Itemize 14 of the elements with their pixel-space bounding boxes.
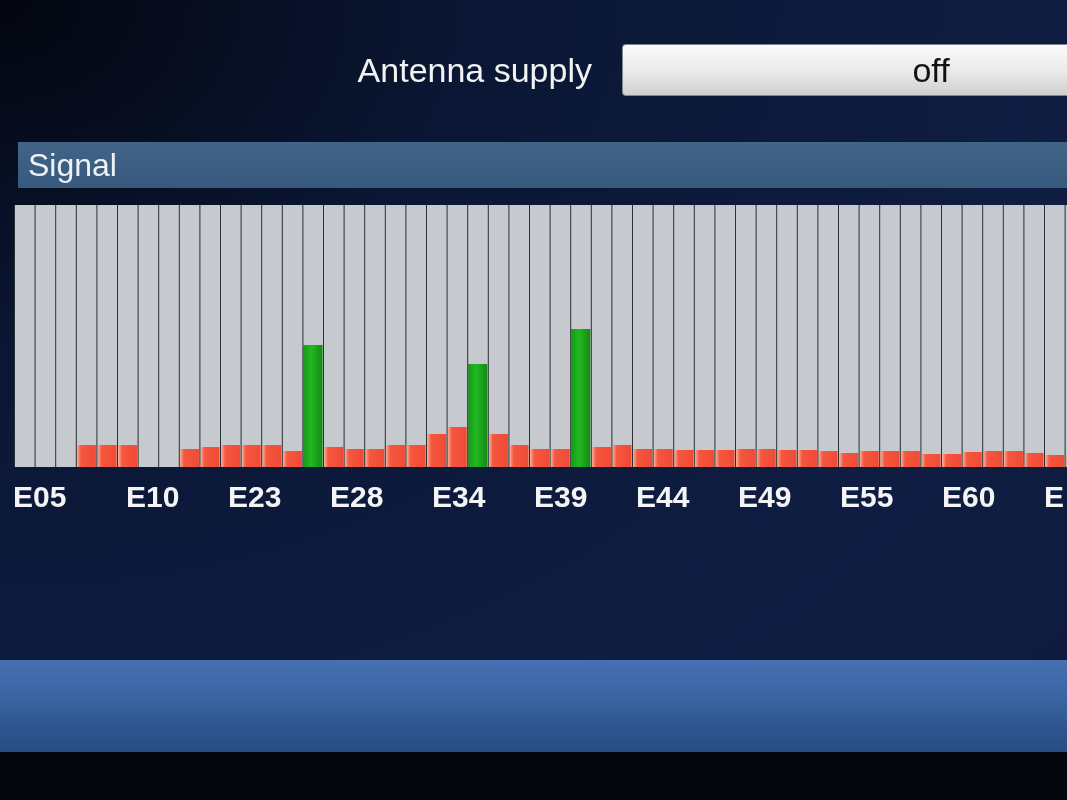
channel-label: E23 xyxy=(228,480,282,514)
antenna-supply-field[interactable]: off xyxy=(622,44,1067,96)
channel-label: E49 xyxy=(738,480,792,514)
channel-label: E xyxy=(1044,480,1064,514)
channel-label: E55 xyxy=(840,480,894,514)
channel-label: E34 xyxy=(432,480,486,514)
channel-label: E60 xyxy=(942,480,996,514)
section-header: Signal xyxy=(18,142,1067,188)
channel-label: E44 xyxy=(636,480,690,514)
channel-label: E39 xyxy=(534,480,588,514)
channel-label: E10 xyxy=(126,480,180,514)
antenna-supply-label: Antenna supply xyxy=(357,50,592,90)
channel-label: E28 xyxy=(330,480,384,514)
channel-label: E05 xyxy=(13,480,67,514)
